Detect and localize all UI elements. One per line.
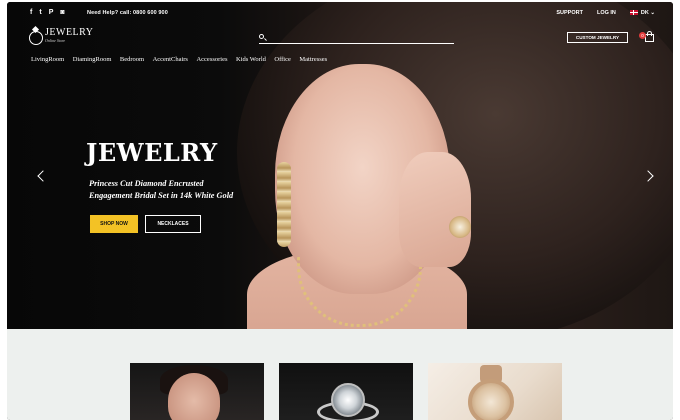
search-icon[interactable] xyxy=(259,34,264,39)
hero-banner: JEWELRY Princess Cut Diamond Encrusted E… xyxy=(7,2,673,329)
nav-item-accentchairs[interactable]: AccentChairs xyxy=(153,56,188,63)
hero-subtitle-line1: Princess Cut Diamond Encrusted xyxy=(89,179,204,188)
hero-model-hand xyxy=(399,152,471,267)
help-phone-text: Need Help? call: 0800 600 900 xyxy=(87,10,168,16)
main-nav: LivingRoom DiamingRoom Bedroom AccentCha… xyxy=(31,56,336,63)
custom-jewelry-button[interactable]: CUSTOM JEWELRY xyxy=(567,32,628,43)
social-links: f t P ◙ xyxy=(30,9,65,17)
language-selector[interactable]: DK ⌄ xyxy=(629,10,655,16)
hero-title: JEWELRY xyxy=(86,138,218,167)
featured-card-watches[interactable] xyxy=(428,363,562,420)
top-bar: f t P ◙ Need Help? call: 0800 600 900 SU… xyxy=(7,2,673,24)
model-portrait-image xyxy=(168,373,220,420)
ring-image xyxy=(449,216,471,238)
chevron-left-icon[interactable] xyxy=(37,170,49,182)
chevron-down-icon: ⌄ xyxy=(650,10,655,16)
ring-logo-icon xyxy=(29,31,43,45)
nav-item-mattresses[interactable]: Mattresses xyxy=(299,56,327,63)
nav-item-kids-world[interactable]: Kids World xyxy=(236,56,266,63)
nav-item-bedroom[interactable]: Bedroom xyxy=(120,56,144,63)
logo-subtitle: Online Store xyxy=(45,38,66,43)
cart-count-badge: 0 xyxy=(639,32,646,39)
flag-icon xyxy=(629,10,638,16)
hero-subtitle-line2: Engagement Bridal Set in 14k White Gold xyxy=(89,191,234,200)
cart-button[interactable]: 0 xyxy=(639,31,654,42)
login-link[interactable]: LOG IN xyxy=(597,10,616,16)
earring-image xyxy=(277,162,291,247)
site-logo[interactable]: JEWELRY Online Store xyxy=(29,27,94,45)
logo-text: JEWELRY Online Store xyxy=(45,27,94,43)
pinterest-icon[interactable]: P xyxy=(49,9,54,17)
shop-now-button[interactable]: SHOP NOW xyxy=(90,215,138,233)
support-link[interactable]: SUPPORT xyxy=(556,10,583,16)
nav-item-office[interactable]: Office xyxy=(274,56,290,63)
featured-section xyxy=(7,329,673,420)
diamond-image xyxy=(331,383,365,417)
featured-card-rings[interactable] xyxy=(279,363,413,420)
watch-image xyxy=(468,379,514,420)
nav-item-diamingroom[interactable]: DiamingRoom xyxy=(73,56,112,63)
instagram-icon[interactable]: ◙ xyxy=(60,9,64,17)
featured-card-earrings[interactable] xyxy=(130,363,264,420)
shopping-bag-body xyxy=(645,34,654,42)
hero-subtitle: Princess Cut Diamond Encrusted Engagemen… xyxy=(89,178,289,202)
nav-item-livingroom[interactable]: LivingRoom xyxy=(31,56,64,63)
search-input[interactable] xyxy=(259,33,454,44)
logo-title: JEWELRY xyxy=(45,27,94,38)
language-label: DK xyxy=(640,10,649,16)
nav-item-accessories[interactable]: Accessories xyxy=(196,56,227,63)
page-frame: JEWELRY Princess Cut Diamond Encrusted E… xyxy=(7,2,673,420)
top-links: SUPPORT LOG IN DK ⌄ xyxy=(556,10,655,16)
twitter-icon[interactable]: t xyxy=(39,9,41,17)
facebook-icon[interactable]: f xyxy=(30,9,32,17)
necklaces-button[interactable]: NECKLACES xyxy=(145,215,201,233)
